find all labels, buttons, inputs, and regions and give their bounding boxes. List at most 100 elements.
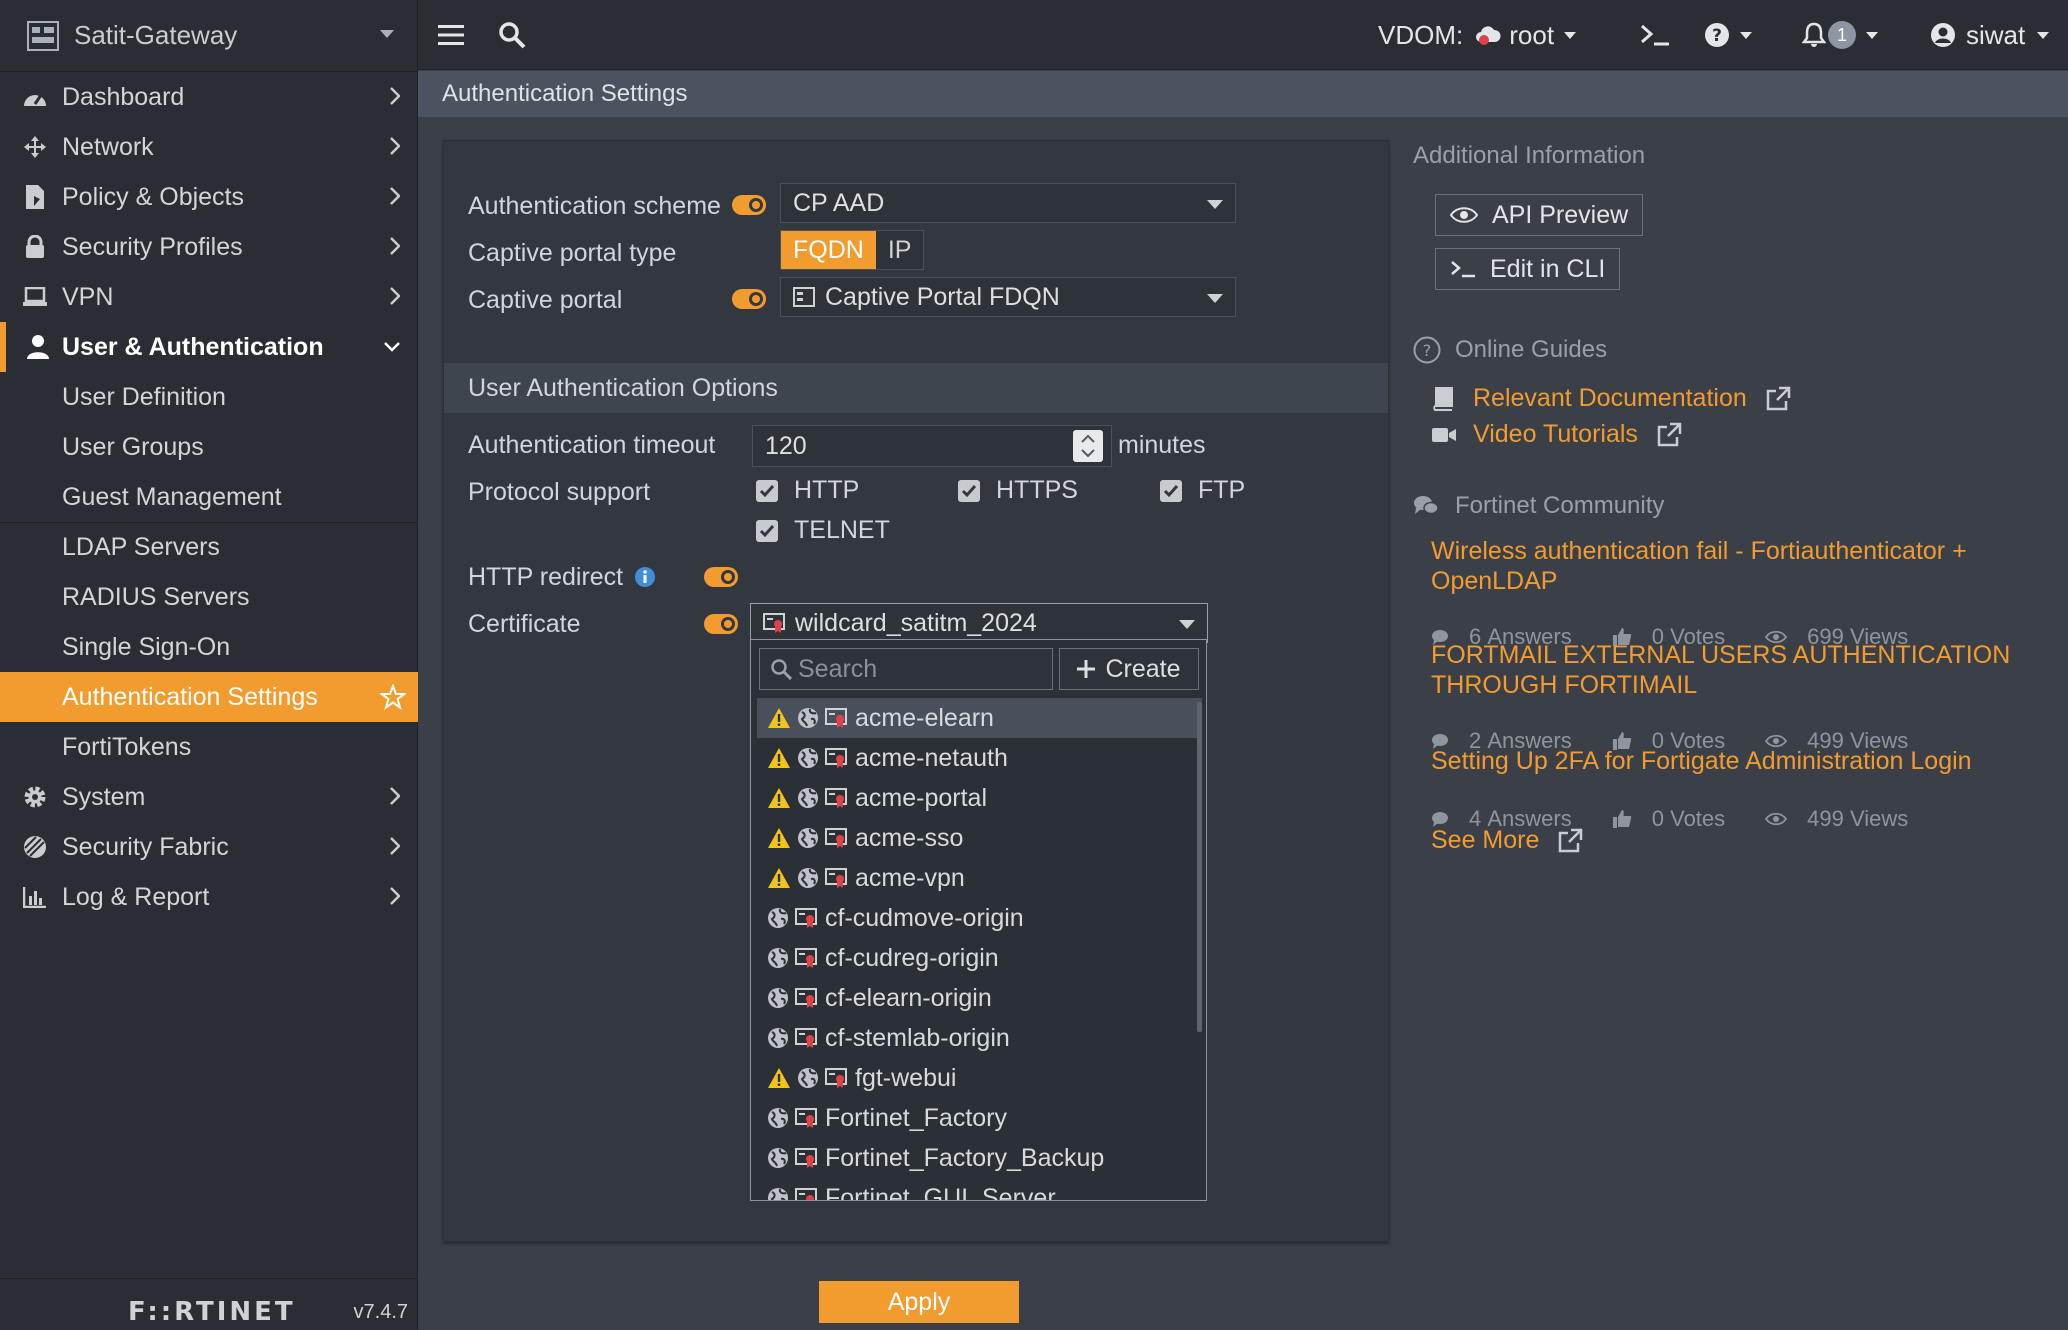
community-post-link[interactable]: FORTMAIL EXTERNAL USERS AUTHENTICATION T…: [1431, 640, 2031, 700]
nav-label: System: [62, 782, 146, 811]
sidebar-item-single-sign-on[interactable]: Single Sign-On: [0, 622, 418, 672]
certificate-icon: [825, 707, 847, 729]
globe-icon: [767, 1147, 789, 1169]
protocol-support-label: Protocol support: [468, 478, 651, 506]
votes-count: 0: [1651, 806, 1664, 831]
certificate-icon: [825, 787, 847, 809]
device-selector[interactable]: Satit-Gateway: [0, 0, 418, 72]
captive-portal-toggle[interactable]: [732, 289, 766, 309]
create-certificate-button[interactable]: Create: [1059, 648, 1199, 690]
checkmark-icon: [1163, 484, 1179, 497]
nav-item-network[interactable]: Network: [0, 122, 418, 172]
search-placeholder: Search: [798, 654, 878, 683]
certificate-icon: [795, 1027, 817, 1049]
sidebar-item-user-definition[interactable]: User Definition: [0, 372, 418, 422]
views-eye-icon: [1765, 812, 1797, 826]
certificate-option[interactable]: acme-portal: [757, 778, 1202, 818]
certificate-option[interactable]: acme-vpn: [757, 858, 1202, 898]
community-post-link[interactable]: Wireless authentication fail - Fortiauth…: [1431, 536, 2031, 596]
community-post-link[interactable]: Setting Up 2FA for Fortigate Administrat…: [1431, 746, 2031, 776]
vdom-selector[interactable]: VDOM: root: [1378, 0, 1577, 70]
info-icon[interactable]: [634, 566, 656, 588]
portal-type-fqdn-option[interactable]: FQDN: [781, 231, 876, 269]
online-guides-heading: ? Online Guides: [1413, 336, 1607, 364]
auth-scheme-toggle[interactable]: [732, 195, 766, 215]
certificate-option[interactable]: cf-cudmove-origin: [757, 898, 1202, 938]
nav-item-policy-objects[interactable]: Policy & Objects: [0, 172, 418, 222]
certificate-icon: [795, 1147, 817, 1169]
sidebar-item-authentication-settings[interactable]: Authentication Settings: [0, 672, 418, 722]
certificate-option[interactable]: Fortinet_Factory: [757, 1098, 1202, 1138]
menu-toggle-button[interactable]: [438, 0, 464, 70]
help-menu[interactable]: ?: [1704, 0, 1752, 70]
certificate-option[interactable]: Fortinet_GUI_Server: [757, 1178, 1202, 1200]
nav-item-log-report[interactable]: Log & Report: [0, 872, 418, 922]
protocol-telnet-checkbox[interactable]: TELNET: [756, 516, 890, 545]
bell-icon: [1802, 22, 1826, 47]
certificate-option[interactable]: acme-netauth: [757, 738, 1202, 778]
certificate-option[interactable]: cf-cudreg-origin: [757, 938, 1202, 978]
username: siwat: [1966, 19, 2026, 50]
sidebar-item-fortitokens[interactable]: FortiTokens: [0, 722, 418, 772]
dropdown-scrollbar[interactable]: [1197, 702, 1202, 1032]
nav-item-system[interactable]: System: [0, 772, 418, 822]
star-favorite-icon[interactable]: [380, 684, 406, 710]
relevant-documentation-link[interactable]: Relevant Documentation: [1431, 384, 1791, 413]
spinner-arrows-icon: [1081, 434, 1095, 458]
protocol-ftp-checkbox[interactable]: FTP: [1160, 476, 1245, 505]
globe-icon: [767, 1187, 789, 1200]
nav-item-user-authentication[interactable]: User & Authentication: [0, 322, 418, 372]
search-icon: [771, 659, 792, 680]
certificate-toggle[interactable]: [704, 614, 738, 634]
search-button[interactable]: [498, 0, 526, 70]
sidebar-item-user-groups[interactable]: User Groups: [0, 422, 418, 472]
certificate-dropdown-list: Search Create acme-elearn acme-netauth acm…: [750, 639, 1207, 1201]
certificate-icon: [795, 1107, 817, 1129]
certificate-select[interactable]: wildcard_satitm_2024: [750, 603, 1208, 643]
vdom-label: VDOM:: [1378, 19, 1464, 50]
globe-icon: [767, 947, 789, 969]
api-preview-label: API Preview: [1492, 200, 1629, 229]
api-preview-button[interactable]: API Preview: [1435, 194, 1644, 236]
certificate-option[interactable]: cf-elearn-origin: [757, 978, 1202, 1018]
certificate-icon: [795, 907, 817, 929]
timeout-unit: minutes: [1118, 431, 1206, 459]
section-header-user-auth-options: User Authentication Options: [444, 363, 1388, 413]
certificate-option[interactable]: acme-elearn: [757, 698, 1202, 738]
certificate-option-label: acme-vpn: [855, 863, 965, 892]
certificate-search-input[interactable]: Search: [759, 648, 1053, 690]
notifications-menu[interactable]: 1: [1802, 0, 1878, 70]
see-more-link[interactable]: See More: [1431, 826, 1583, 855]
sidebar-item-guest-management[interactable]: Guest Management: [0, 472, 418, 522]
video-tutorials-link[interactable]: Video Tutorials: [1431, 420, 1682, 449]
edit-in-cli-button[interactable]: Edit in CLI: [1435, 248, 1621, 290]
certificate-option[interactable]: Fortinet_Factory_Backup: [757, 1138, 1202, 1178]
sidebar-item-ldap-servers[interactable]: LDAP Servers: [0, 522, 418, 572]
certificate-option[interactable]: cf-stemlab-origin: [757, 1018, 1202, 1058]
sidebar-item-radius-servers[interactable]: RADIUS Servers: [0, 572, 418, 622]
auth-scheme-select[interactable]: CP AAD: [780, 183, 1236, 223]
nav-item-security-profiles[interactable]: Security Profiles: [0, 222, 418, 272]
apply-button[interactable]: Apply: [819, 1281, 1019, 1323]
http-redirect-toggle[interactable]: [704, 567, 738, 587]
portal-type-ip-option[interactable]: IP: [875, 231, 924, 269]
protocol-https-checkbox[interactable]: HTTPS: [958, 476, 1078, 505]
certificate-option[interactable]: acme-sso: [757, 818, 1202, 858]
certificate-option-label: cf-cudmove-origin: [825, 903, 1024, 932]
captive-portal-select[interactable]: Captive Portal FDQN: [780, 277, 1236, 317]
sidebar-item-label: Authentication Settings: [62, 682, 318, 711]
cli-console-button[interactable]: [1640, 0, 1670, 70]
protocol-http-checkbox[interactable]: HTTP: [756, 476, 859, 505]
chevron-down-icon: [384, 342, 400, 352]
user-menu[interactable]: siwat: [1930, 0, 2050, 70]
policy-icon: [26, 185, 44, 209]
vdom-value: root: [1509, 19, 1555, 50]
auth-timeout-input[interactable]: 120: [752, 425, 1112, 467]
nav-item-dashboard[interactable]: Dashboard: [0, 72, 418, 122]
nav-item-vpn[interactable]: VPN: [0, 272, 418, 322]
video-camera-icon: [1432, 427, 1456, 442]
certificate-option[interactable]: fgt-webui: [757, 1058, 1202, 1098]
auth-scheme-label: Authentication scheme: [468, 192, 721, 220]
nav-item-security-fabric[interactable]: Security Fabric: [0, 822, 418, 872]
timeout-spinner[interactable]: [1073, 430, 1103, 462]
